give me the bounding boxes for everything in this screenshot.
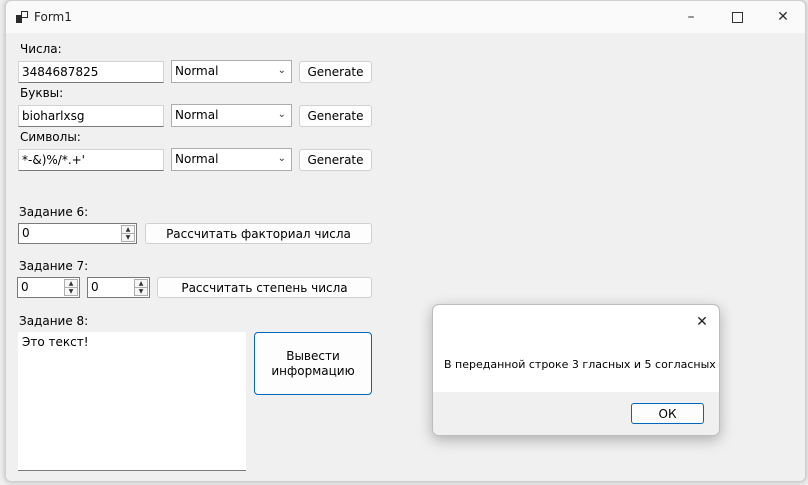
maximize-button[interactable]	[714, 1, 760, 33]
numbers-label: Числа:	[20, 42, 62, 56]
stepper-down-icon[interactable]: ▼	[64, 287, 78, 296]
task8-textarea[interactable]: Это текст!	[18, 332, 246, 471]
dialog-message: В переданной строке 3 гласных и 5 соглас…	[444, 358, 716, 371]
factorial-button[interactable]: Рассчитать факториал числа	[145, 223, 372, 244]
minimize-icon: –	[687, 9, 695, 25]
task6-stepper-value: 0	[22, 226, 30, 240]
chevron-down-icon: ⌄	[277, 109, 286, 120]
close-button[interactable]: ✕	[760, 1, 806, 33]
show-info-button[interactable]: Вывести информацию	[254, 332, 372, 395]
stepper-buttons: ▲ ▼	[64, 279, 78, 296]
symbols-field[interactable]: *-&)%/*.+'	[18, 149, 164, 171]
dialog-footer: ОК	[433, 392, 719, 435]
symbols-mode-select[interactable]: Normal ⌄	[171, 148, 292, 171]
letters-mode-select[interactable]: Normal ⌄	[171, 104, 292, 127]
letters-generate-button[interactable]: Generate	[299, 105, 372, 127]
dialog-close-button[interactable]: ✕	[691, 311, 713, 333]
numbers-mode-value: Normal	[175, 64, 219, 78]
stepper-down-icon[interactable]: ▼	[134, 287, 148, 296]
close-icon: ✕	[696, 314, 708, 330]
task7-exponent-value: 0	[91, 280, 99, 294]
letters-label: Буквы:	[20, 86, 64, 100]
stepper-buttons: ▲ ▼	[134, 279, 148, 296]
maximize-icon	[731, 11, 743, 23]
symbols-mode-value: Normal	[175, 152, 219, 166]
ok-button[interactable]: ОК	[631, 403, 704, 424]
title-bar: Form1 – ✕	[6, 1, 805, 33]
task6-label: Задание 6:	[19, 205, 89, 219]
minimize-button[interactable]: –	[668, 1, 714, 33]
stepper-down-icon[interactable]: ▼	[121, 233, 135, 242]
symbols-generate-button[interactable]: Generate	[299, 149, 372, 171]
letters-mode-value: Normal	[175, 108, 219, 122]
task7-label: Задание 7:	[19, 259, 89, 273]
power-button[interactable]: Рассчитать степень числа	[157, 277, 372, 298]
chevron-down-icon: ⌄	[277, 153, 286, 164]
symbols-label: Символы:	[20, 130, 81, 144]
task7-exponent-stepper[interactable]: 0 ▲ ▼	[87, 277, 150, 298]
letters-field[interactable]: bioharlxsg	[18, 105, 164, 127]
task8-label: Задание 8:	[19, 314, 89, 328]
task7-base-value: 0	[21, 280, 29, 294]
chevron-down-icon: ⌄	[277, 65, 286, 76]
numbers-field[interactable]: 3484687825	[18, 61, 164, 83]
window-title: Form1	[34, 10, 72, 24]
task7-base-stepper[interactable]: 0 ▲ ▼	[17, 277, 80, 298]
numbers-mode-select[interactable]: Normal ⌄	[171, 60, 292, 83]
message-dialog: ✕ В переданной строке 3 гласных и 5 согл…	[432, 304, 720, 436]
stepper-buttons: ▲ ▼	[121, 225, 135, 242]
close-icon: ✕	[777, 9, 789, 25]
numbers-generate-button[interactable]: Generate	[299, 61, 372, 83]
task6-number-stepper[interactable]: 0 ▲ ▼	[18, 223, 137, 244]
app-icon	[16, 11, 28, 23]
